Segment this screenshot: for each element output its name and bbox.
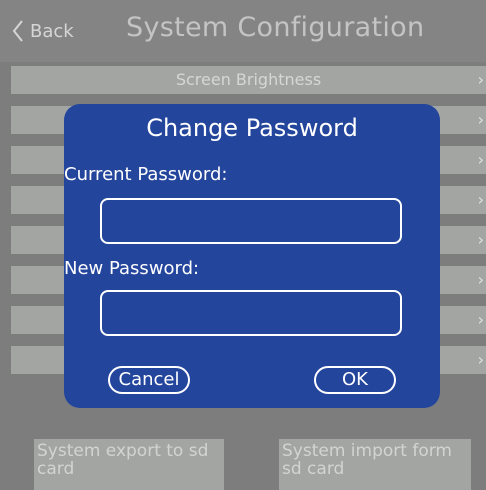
new-password-label: New Password: xyxy=(64,258,200,279)
ok-button[interactable]: OK xyxy=(314,366,396,394)
chevron-right-icon: › xyxy=(477,350,484,369)
chevron-right-icon: › xyxy=(477,230,484,249)
export-to-sd-button[interactable]: System export to sd card xyxy=(34,439,224,490)
back-button[interactable]: Back xyxy=(12,16,74,46)
dialog-title: Change Password xyxy=(146,114,358,142)
top-bar: Back System Configuration xyxy=(0,0,486,62)
current-password-field[interactable] xyxy=(100,198,402,244)
settings-row-screen-brightness[interactable]: Screen Brightness › xyxy=(11,66,486,94)
chevron-right-icon: › xyxy=(477,190,484,209)
settings-row-label: Screen Brightness xyxy=(175,70,322,89)
cancel-button[interactable]: Cancel xyxy=(108,366,190,394)
page-title: System Configuration xyxy=(126,12,425,43)
back-label: Back xyxy=(30,20,74,42)
chevron-right-icon: › xyxy=(477,310,484,329)
chevron-right-icon: › xyxy=(477,150,484,169)
current-password-label: Current Password: xyxy=(64,164,228,185)
new-password-field[interactable] xyxy=(100,290,402,336)
change-password-dialog: Change Password Current Password: New Pa… xyxy=(64,104,440,408)
chevron-right-icon: › xyxy=(477,270,484,289)
import-from-sd-button[interactable]: System import form sd card xyxy=(279,439,471,490)
chevron-right-icon: › xyxy=(477,70,484,89)
chevron-left-icon xyxy=(12,20,23,42)
chevron-right-icon: › xyxy=(477,110,484,129)
